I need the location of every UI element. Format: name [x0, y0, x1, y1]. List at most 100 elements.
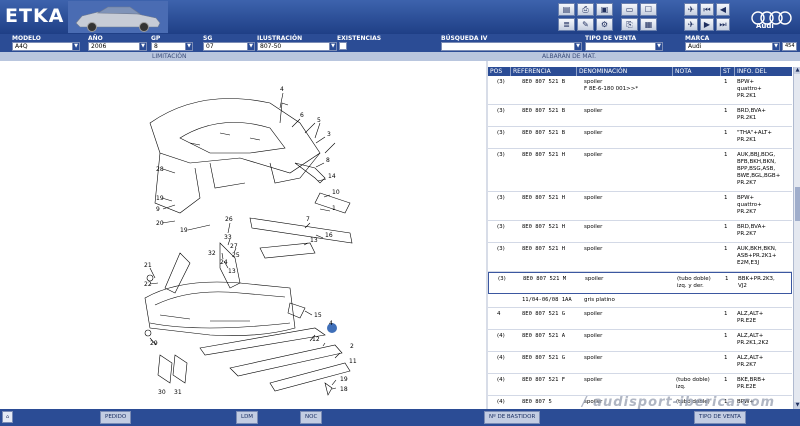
col-not-header[interactable]: NOTA — [673, 67, 721, 76]
callout-label[interactable]: 1 — [332, 205, 336, 212]
callout-label[interactable]: 24 — [220, 259, 228, 266]
callout-label[interactable]: 6 — [300, 112, 304, 119]
grid-icon[interactable]: ▦ — [640, 18, 657, 31]
table-row[interactable]: (3) 8E0 807 521 B spoiler F 8E-6-180 001>>… — [488, 76, 792, 105]
table-row[interactable]: (3) 8E0 807 521 H spoiler 1 AUK,BKH,BKN, ASB… — [488, 243, 792, 272]
pedido-button[interactable]: PEDIDO — [100, 411, 132, 424]
save-icon[interactable]: ▤ — [558, 3, 575, 16]
modelo-select[interactable]: A4Q — [12, 42, 73, 51]
callout-label[interactable]: 30 — [158, 389, 166, 396]
clipboard-icon[interactable]: ⎘ — [621, 18, 638, 31]
scroll-up-icon[interactable]: ▲ — [794, 67, 800, 74]
cell-st: 1 — [724, 152, 728, 158]
gp-dropdown-icon[interactable]: ▼ — [185, 42, 193, 51]
callout-label[interactable]: 8 — [326, 157, 330, 164]
callout-label[interactable]: 7 — [306, 216, 310, 223]
noc-button[interactable]: NOC — [300, 411, 323, 424]
callout-label[interactable]: 20 — [156, 220, 164, 227]
tipo-venta-button[interactable]: TIPO DE VENTA — [694, 411, 746, 424]
scroll-down-icon[interactable]: ▼ — [794, 402, 800, 409]
callout-label[interactable]: 27 — [230, 243, 238, 250]
callout-label[interactable]: 19 — [156, 195, 164, 202]
callout-label[interactable]: 33 — [224, 234, 232, 241]
callout-label[interactable]: 12 — [312, 336, 320, 343]
table-row[interactable]: 4 8E0 807 521 G spoiler 1 ALZ,ALT+ PR.E2E — [488, 308, 792, 330]
callout-label[interactable]: 15 — [314, 312, 322, 319]
first-icon[interactable]: ⏮ — [700, 3, 714, 16]
callout-label[interactable]: 4 — [329, 320, 333, 327]
bike-icon[interactable]: ⚙ — [596, 18, 613, 31]
table-row[interactable]: (3) 8E0 807 521 B spoiler 1 "THA"+ALT+ PR.2K… — [488, 127, 792, 149]
callout-label[interactable]: 5 — [317, 117, 321, 124]
col-st-header[interactable]: ST — [721, 67, 735, 76]
parts-diagram[interactable]: 4 6 5 3 8 14 10 1 7 16 13 28 19 9 20 19 … — [120, 83, 365, 399]
gp-select[interactable]: 8 — [151, 42, 186, 51]
tipo-venta-select[interactable] — [585, 42, 656, 51]
sg-dropdown-icon[interactable]: ▼ — [247, 42, 255, 51]
busqueda-dropdown-icon[interactable]: ▼ — [574, 42, 582, 51]
print-icon[interactable]: ⎙ — [577, 3, 594, 16]
callout-label[interactable]: 22 — [144, 281, 152, 288]
callout-label[interactable]: 26 — [225, 216, 233, 223]
callout-label[interactable]: 3 — [327, 131, 331, 138]
next-icon[interactable]: ▶ — [700, 18, 714, 31]
callout-label[interactable]: 29 — [150, 340, 158, 347]
col-pos-header[interactable]: POS — [488, 67, 511, 76]
tipo-venta-dropdown-icon[interactable]: ▼ — [655, 42, 663, 51]
pin-icon[interactable]: ✈ — [684, 3, 698, 16]
col-inf-header[interactable]: INFO. DEL MODELO — [735, 67, 792, 84]
callout-label[interactable]: 10 — [332, 189, 340, 196]
callout-label[interactable]: 19 — [180, 227, 188, 234]
ldm-button[interactable]: LDM — [236, 411, 259, 424]
image-icon[interactable]: ▣ — [596, 3, 613, 16]
marca-dropdown-icon[interactable]: ▼ — [772, 42, 780, 51]
marca-select[interactable]: Audi — [685, 42, 773, 51]
col-den-header[interactable]: DENOMINACIÓN — [577, 67, 673, 76]
col-ref-header[interactable]: REFERENCIA — [511, 67, 577, 76]
last-icon[interactable]: ⏭ — [716, 18, 730, 31]
table-scrollbar[interactable]: ▲ ▼ — [793, 67, 800, 409]
box-icon[interactable]: ☐ — [640, 3, 657, 16]
pin2-icon[interactable]: ✈ — [684, 18, 698, 31]
scroll-thumb[interactable] — [795, 187, 800, 221]
list-icon[interactable]: ≣ — [558, 18, 575, 31]
albaran-label[interactable]: ALBARÁN DE MAT. — [542, 52, 596, 61]
table-row[interactable]: (3) 8E0 807 521 M spoiler (tubo doble) izq.… — [488, 272, 792, 294]
ano-dropdown-icon[interactable]: ▼ — [139, 42, 147, 51]
table-row[interactable]: (4) 8E0 807 521 F spoiler (tubo doble) izq.… — [488, 374, 792, 396]
table-row[interactable]: (4) 8E0 807 521 G spoiler 1 ALZ,ALT+ PR.2K7 — [488, 352, 792, 374]
callout-label[interactable]: 18 — [340, 386, 348, 393]
callout-label[interactable]: 16 — [325, 232, 333, 239]
callout-label[interactable]: 31 — [174, 389, 182, 396]
ilustracion-select[interactable]: 807-50 — [257, 42, 330, 51]
busqueda-input[interactable] — [441, 42, 575, 51]
cell-inf: "THA"+ALT+ PR.2K1 — [737, 130, 772, 143]
document-icon[interactable]: ▭ — [621, 3, 638, 16]
bastidor-button[interactable]: Nº DE BASTIDOR — [484, 411, 541, 424]
modelo-dropdown-icon[interactable]: ▼ — [72, 42, 80, 51]
existencias-checkbox[interactable] — [339, 42, 347, 50]
callout-label[interactable]: 32 — [208, 250, 216, 257]
home-icon[interactable]: ⌂ — [2, 411, 13, 423]
callout-label[interactable]: 2 — [350, 343, 354, 350]
sg-select[interactable]: 07 — [203, 42, 248, 51]
table-row[interactable]: (4) 8E0 807 521 A spoiler 1 ALZ,ALT+ PR.2K1,… — [488, 330, 792, 352]
callout-label[interactable]: 4 — [280, 86, 284, 93]
tools-icon[interactable]: ✎ — [577, 18, 594, 31]
prev-icon[interactable]: ◀ — [716, 3, 730, 16]
callout-label[interactable]: 14 — [328, 173, 336, 180]
callout-label[interactable]: 13 — [310, 237, 318, 244]
ilustracion-dropdown-icon[interactable]: ▼ — [329, 42, 337, 51]
ano-select[interactable]: 2006 — [88, 42, 140, 51]
table-row[interactable]: (3) 8E0 807 521 H spoiler 1 AUK,BBJ,BDG, BFB… — [488, 149, 792, 192]
callout-label[interactable]: 25 — [232, 252, 240, 259]
callout-label[interactable]: 28 — [156, 166, 164, 173]
table-row[interactable]: (3) 8E0 807 521 B spoiler 1 BRD,BVA+ PR.2K1 — [488, 105, 792, 127]
callout-label[interactable]: 19 — [340, 376, 348, 383]
table-row[interactable]: (3) 8E0 807 521 H spoiler 1 BRD,BVA+ PR.2K7 — [488, 221, 792, 243]
callout-label[interactable]: 9 — [156, 206, 160, 213]
callout-label[interactable]: 11 — [349, 358, 357, 365]
callout-label[interactable]: 21 — [144, 262, 152, 269]
callout-label[interactable]: 13 — [228, 268, 236, 275]
table-row[interactable]: (3) 8E0 807 521 H spoiler 1 BPW+ quattro+ PR… — [488, 192, 792, 221]
